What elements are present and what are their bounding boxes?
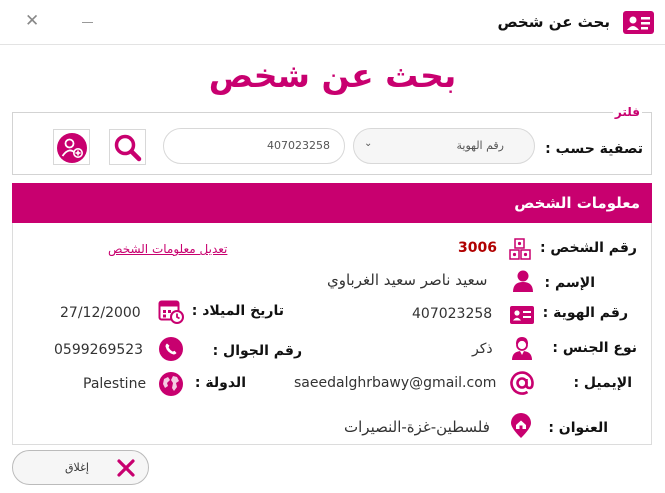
id-card-icon: [510, 306, 534, 324]
birth-date-label: تاريخ الميلاد :: [191, 303, 284, 319]
at-sign-icon: [510, 371, 534, 395]
male-user-icon: [512, 337, 532, 360]
gender-value: ذكر: [472, 341, 493, 357]
search-input[interactable]: 407023258: [163, 128, 345, 164]
country-label: الدولة :: [194, 375, 246, 391]
name-value: سعيد ناصر سعيد الغرباوي: [327, 271, 488, 289]
filter-type-selected: رقم الهوية: [456, 139, 504, 152]
search-icon: [114, 134, 142, 162]
filter-group: فلتر تصفية حسب : رقم الهوية ⌄ 407023258: [12, 105, 652, 175]
filter-type-select[interactable]: رقم الهوية ⌄: [353, 128, 535, 164]
birth-date-value: 27/12/2000: [60, 305, 141, 321]
mobile-label: رقم الجوال :: [212, 343, 302, 359]
blocks-icon: [509, 238, 531, 260]
add-person-icon: [57, 133, 87, 163]
person-info-title: معلومات الشخص: [514, 194, 640, 212]
minimize-button[interactable]: [82, 22, 93, 23]
close-icon: [117, 459, 135, 477]
window-titlebar: بحث عن شخص ✕: [0, 0, 665, 45]
address-value: فلسطين-غزة-النصيرات: [344, 418, 490, 436]
calendar-icon: [158, 300, 184, 324]
window-title: بحث عن شخص: [497, 13, 610, 31]
search-button[interactable]: [109, 129, 146, 165]
person-id-label: رقم الشخص :: [539, 240, 637, 256]
globe-icon: [159, 372, 183, 396]
person-info-header: معلومات الشخص: [12, 183, 652, 223]
close-button[interactable]: إغلاق: [12, 450, 149, 485]
id-number-value: 407023258: [412, 306, 493, 322]
location-home-icon: [511, 413, 531, 438]
person-info-panel: [12, 223, 652, 445]
add-person-button[interactable]: [53, 129, 90, 165]
user-icon: [513, 270, 533, 292]
person-id-value: 3006: [458, 240, 497, 256]
close-button-label: إغلاق: [65, 461, 89, 474]
id-number-label: رقم الهوية :: [542, 305, 628, 321]
chevron-down-icon: ⌄: [364, 138, 373, 149]
name-label: الإسم :: [544, 275, 595, 291]
mobile-value: 0599269523: [54, 342, 144, 358]
filter-by-label: تصفية حسب :: [545, 141, 643, 157]
filter-legend: فلتر: [612, 105, 642, 119]
email-label: الإيميل :: [573, 375, 632, 391]
gender-label: نوع الجنس :: [552, 340, 637, 356]
page-title: بحث عن شخص: [208, 56, 457, 95]
person-card-icon: [623, 11, 654, 34]
phone-icon: [159, 337, 183, 361]
country-value: Palestine: [83, 376, 147, 392]
email-value: saeedalghrbawy@gmail.com: [294, 375, 497, 391]
close-window-button[interactable]: ✕: [25, 11, 39, 31]
edit-person-link[interactable]: تعديل معلومات الشخص: [108, 242, 227, 256]
address-label: العنوان :: [548, 420, 608, 436]
